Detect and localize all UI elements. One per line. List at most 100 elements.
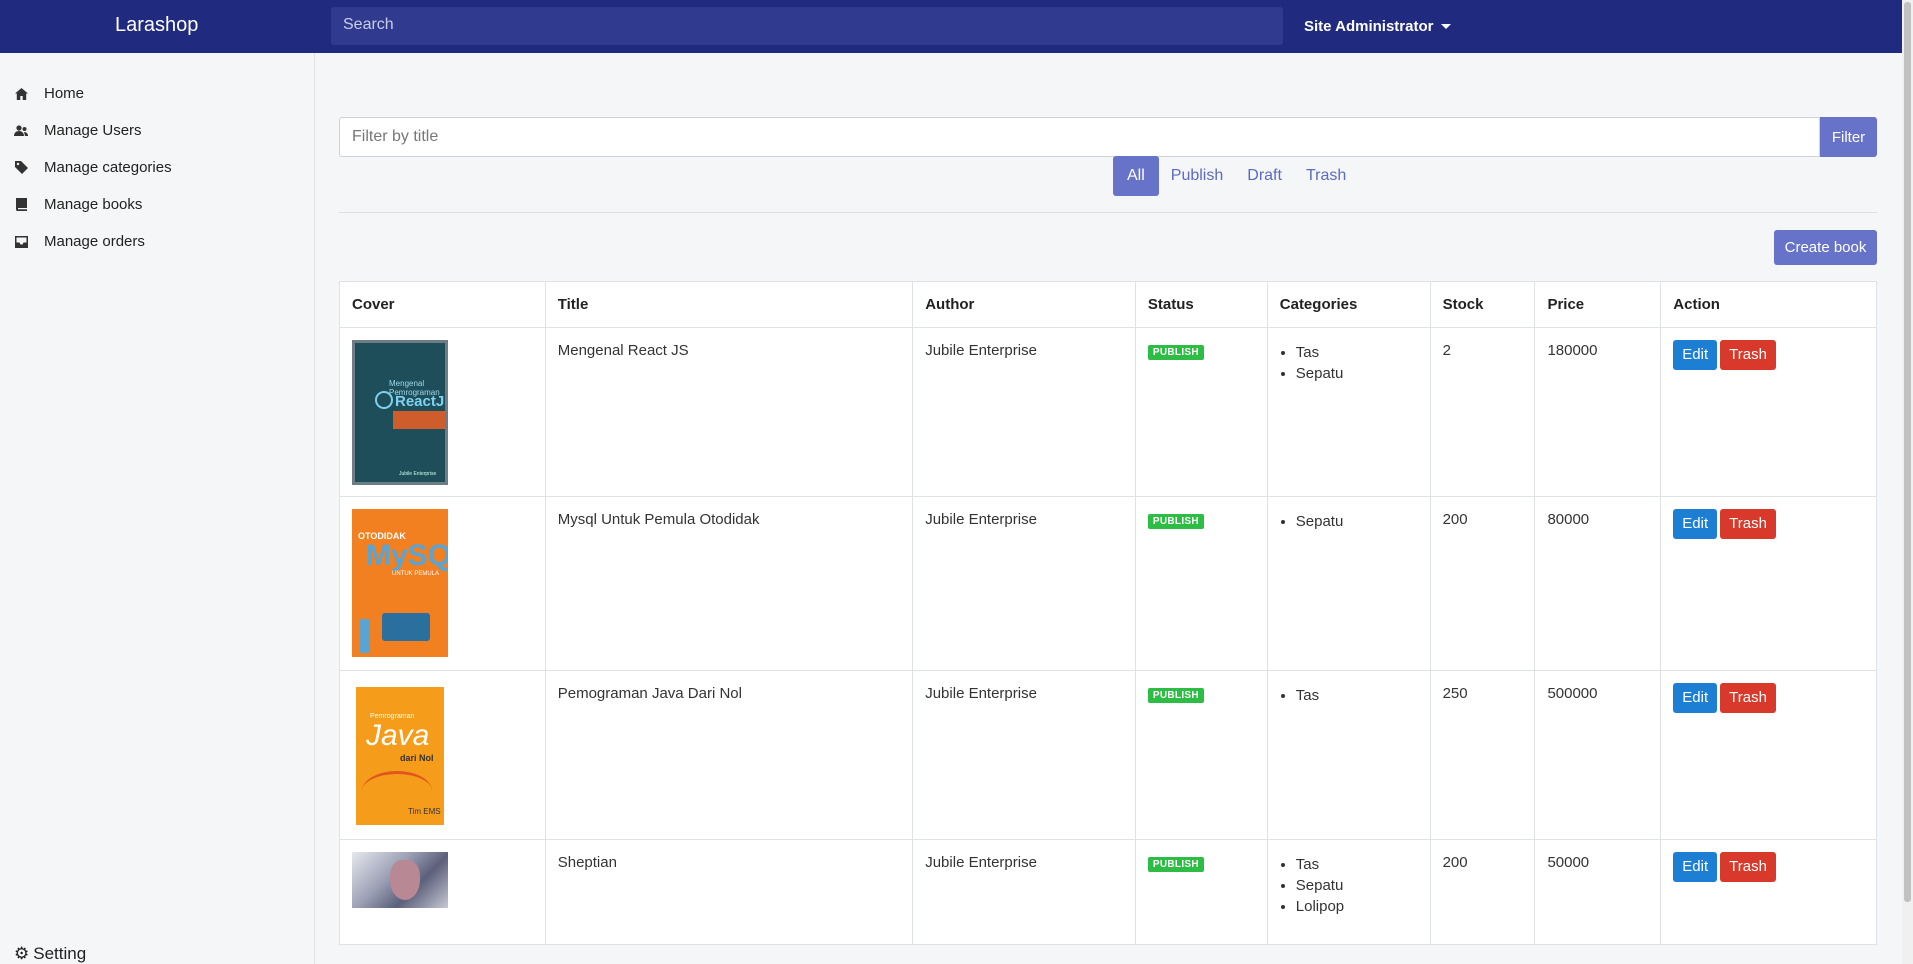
author-cell: Jubile Enterprise [913,497,1136,670]
column-header-cover: Cover [340,282,546,327]
category-item: Tas [1296,685,1418,706]
book-cover-image: OTODIDAK MySQL UNTUK PEMULA [352,509,448,657]
status-tabs: All Publish Draft Trash [1113,156,1358,196]
category-item: Tas [1296,854,1418,875]
status-badge: PUBLISH [1147,514,1204,529]
top-navbar: Larashop Search Site Administrator [0,0,1902,53]
column-header-categories: Categories [1268,282,1431,327]
column-header-action: Action [1673,296,1720,313]
cover-text: Jubile Enterprise [399,471,437,477]
filter-by-title-input[interactable]: Filter by title [339,117,1820,157]
title-cell: Sheptian [546,840,914,944]
stock-cell: 200 [1431,497,1536,670]
category-item: Sepatu [1296,511,1418,532]
home-icon [14,87,28,101]
trash-button[interactable]: Trash [1720,340,1776,370]
sidebar-item-users[interactable]: Manage Users [14,122,142,139]
sidebar-item-label: Home [44,85,85,102]
column-header-author: Author [913,282,1136,327]
column-header-price: Price [1535,282,1662,327]
edit-button[interactable]: Edit [1673,340,1718,370]
price-cell: 80000 [1535,497,1662,670]
status-cell: PUBLISH [1136,840,1268,944]
users-icon [14,124,28,138]
stock-cell: 200 [1431,840,1536,944]
trash-button[interactable]: Trash [1720,509,1776,539]
sidebar-item-books[interactable]: Manage books [14,196,142,213]
book-cover-image [352,852,448,908]
create-book-button[interactable]: Create book [1774,230,1877,265]
status-cell: PUBLISH [1136,497,1268,670]
sidebar [0,53,315,964]
tab-all[interactable]: All [1113,156,1159,196]
author-cell: Jubile Enterprise [913,671,1136,839]
tag-icon [14,161,28,175]
sidebar-item-label: Manage orders [44,233,145,250]
categories-cell: Tas Sepatu Lolipop [1268,840,1431,944]
sidebar-item-categories[interactable]: Manage categories [14,159,172,176]
books-table: Cover Title Author Status Categories Sto… [339,281,1877,945]
tab-draft[interactable]: Draft [1235,156,1294,196]
trash-button[interactable]: Trash [1720,852,1776,882]
category-item: Sepatu [1296,363,1418,384]
status-cell: PUBLISH [1136,671,1268,839]
price-cell: 50000 [1535,840,1662,944]
book-icon [14,198,28,212]
status-badge: PUBLISH [1147,345,1204,360]
status-badge: PUBLISH [1147,857,1204,872]
cover-cell [340,840,546,944]
tab-trash[interactable]: Trash [1294,156,1358,196]
categories-cell: Sepatu [1268,497,1431,670]
sidebar-item-home[interactable]: Home [14,85,84,102]
action-cell: Edit Trash [1661,328,1876,496]
categories-cell: Tas [1268,671,1431,839]
category-item: Lolipop [1296,896,1418,917]
table-row: OTODIDAK MySQL UNTUK PEMULA Mysql Untuk … [340,497,1876,671]
category-item: Tas [1296,342,1418,363]
column-header-status: Status [1136,282,1268,327]
inbox-icon [14,235,28,249]
sidebar-item-orders[interactable]: Manage orders [14,233,145,250]
user-menu-dropdown[interactable]: Site Administrator [1304,18,1452,35]
cover-text: Tim EMS [408,807,441,816]
gear-icon: ⚙ [14,944,30,963]
author-cell: Jubile Enterprise [913,328,1136,496]
search-input[interactable]: Search [331,7,1283,45]
cover-illustration [390,860,420,900]
cover-band [393,411,445,429]
title-cell: Pemograman Java Dari Nol [546,671,914,839]
brand-logo[interactable]: Larashop [115,14,198,37]
cover-illustration [362,771,432,811]
user-name: Site Administrator [1304,18,1434,35]
caret-down-icon [1441,24,1452,29]
status-cell: PUBLISH [1136,328,1268,496]
stock-cell: 2 [1431,328,1536,496]
author-cell: Jubile Enterprise [913,840,1136,944]
tab-publish[interactable]: Publish [1159,156,1235,196]
scrollbar-thumb[interactable] [1904,2,1911,902]
price-cell: 180000 [1535,328,1662,496]
cover-cell: OTODIDAK MySQL UNTUK PEMULA [340,497,546,670]
edit-button[interactable]: Edit [1673,509,1718,539]
stock-cell: 250 [1431,671,1536,839]
cover-text: ReactJS [395,393,445,410]
edit-button[interactable]: Edit [1673,852,1718,882]
cover-text: UNTUK PEMULA [392,571,440,577]
react-atom-icon [375,391,393,409]
cover-cell: Pemrograman Java dari Nol Tim EMS [340,671,546,839]
sidebar-item-label: Manage categories [44,159,172,176]
cover-illustration [360,619,370,653]
edit-button[interactable]: Edit [1673,683,1718,713]
book-cover-image: Pemrograman Java dari Nol Tim EMS [356,687,444,825]
table-row: Sheptian Jubile Enterprise PUBLISH Tas S… [340,840,1876,945]
table-header: Cover Title Author Status Categories Sto… [340,282,1876,328]
column-header-stock: Stock [1431,282,1536,327]
cover-text: dari Nol [400,753,434,763]
sidebar-setting[interactable]: ⚙ Setting [14,944,86,964]
cover-text: MySQL [366,539,448,572]
action-cell: Edit Trash [1661,840,1876,944]
cover-cell: Mengenal Pemrograman ReactJS Jubile Ente… [340,328,546,496]
filter-button[interactable]: Filter [1820,117,1877,157]
sidebar-item-label: Manage books [44,196,143,213]
trash-button[interactable]: Trash [1720,683,1776,713]
